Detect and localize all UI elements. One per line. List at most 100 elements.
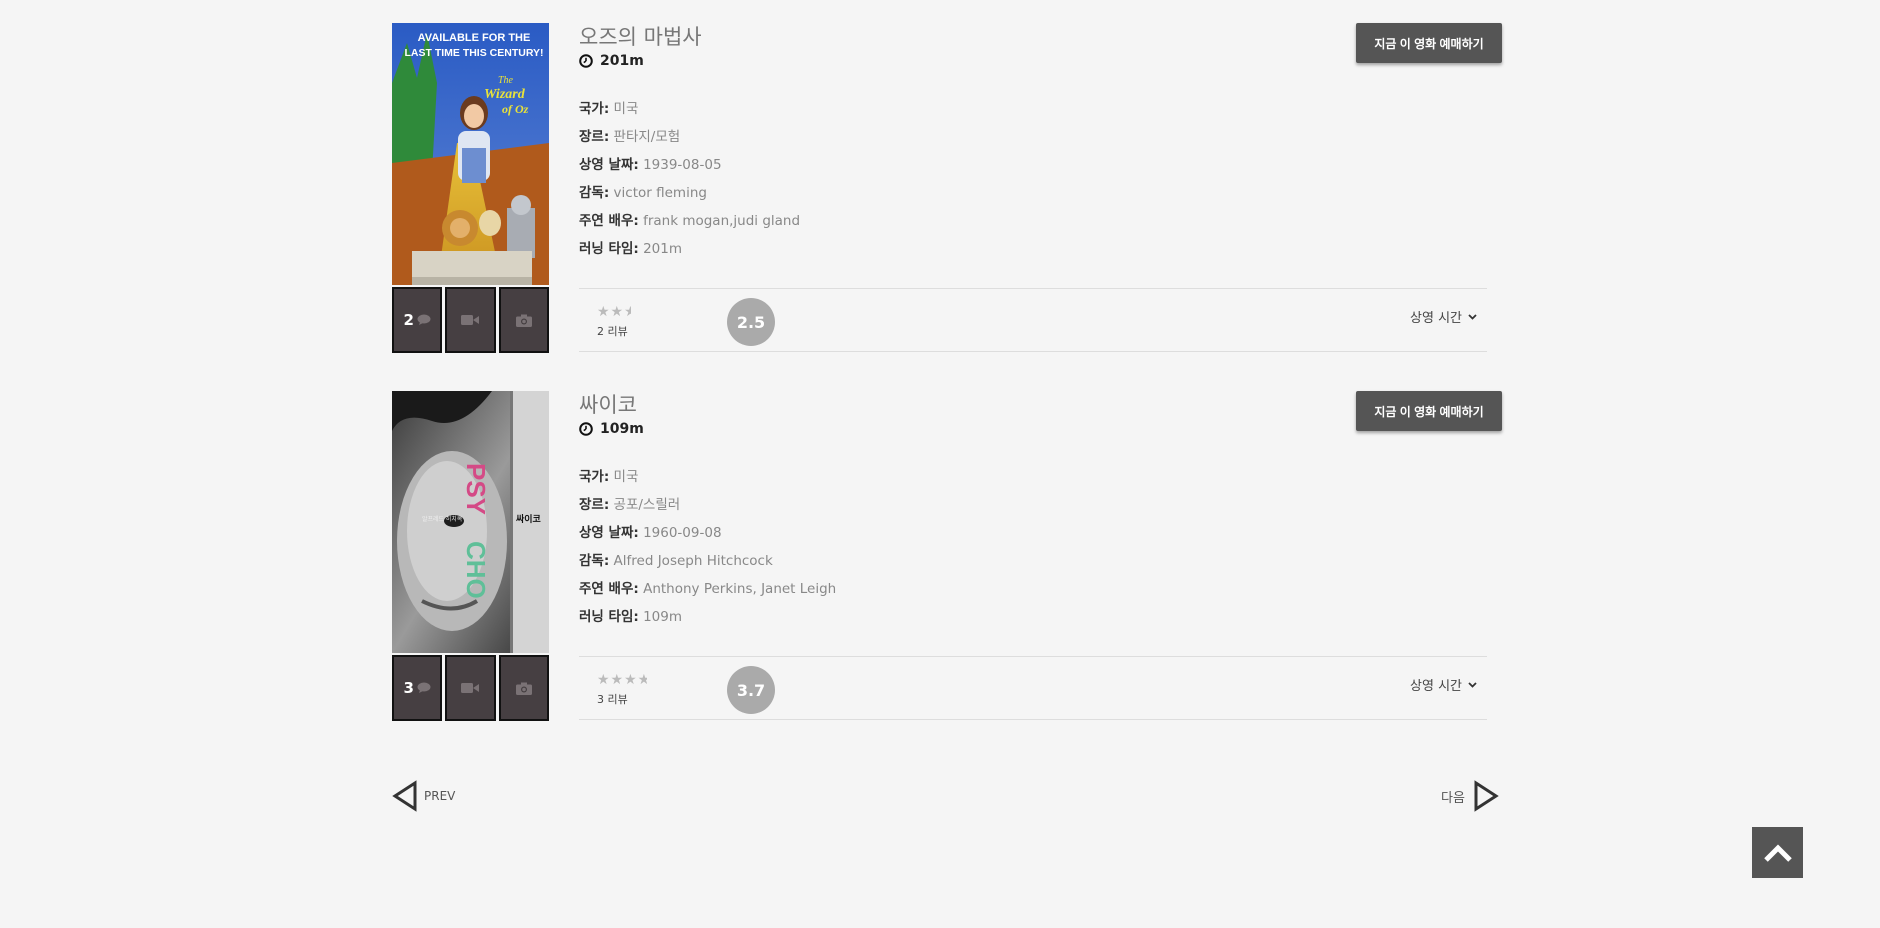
star-rating-fill: ★★★★★ [597,673,648,687]
review-count: 3 리뷰 [597,693,628,706]
book-now-button[interactable]: 지금 이 영화 예매하기 [1356,23,1502,63]
movie-list-page: AVAILABLE FOR THE LAST TIME THIS CENTURY… [0,0,1880,928]
average-score: 2.5 [727,298,775,346]
triangle-right-icon [1474,780,1499,812]
chevron-down-icon [1468,313,1477,320]
movie-info: 싸이코 109m 국가: 미국 장르: 공포/스릴러 상영 날짜: 1960-0… [579,391,1502,631]
detail-label: 장르: [579,129,610,145]
poster-logo-1: The [498,75,514,86]
poster-logo-2: Wizard [484,87,526,102]
comments-thumb[interactable]: 3 [392,655,443,721]
camera-icon [515,682,532,695]
detail-value: Anthony Perkins, Janet Leigh [643,581,837,597]
media-thumbs: 2 [392,287,549,353]
detail-director: 감독: Alfred Joseph Hitchcock [579,547,1502,575]
clock-icon [579,422,593,436]
poster-word-green: CHO [461,541,491,599]
detail-label: 러닝 타임: [579,609,639,625]
photos-thumb[interactable] [498,655,549,721]
detail-label: 주연 배우: [579,581,639,597]
chevron-down-icon [1468,681,1477,688]
detail-genre: 장르: 판타지/모험 [579,123,1502,151]
average-score: 3.7 [727,666,775,714]
rating-bar: ★★★★★ ★★★★★ 2 리뷰 2.5 상영 시간 [579,288,1487,352]
detail-value: victor fleming [613,185,707,201]
comment-icon [417,314,431,325]
poster-korean-title: 싸이코 [516,513,541,525]
poster-wizard-of-oz: AVAILABLE FOR THE LAST TIME THIS CENTURY… [392,23,549,285]
detail-cast: 주연 배우: frank mogan,judi gland [579,207,1502,235]
detail-label: 상영 날짜: [579,157,639,173]
prev-page-link[interactable]: PREV [392,780,455,812]
movie-poster[interactable]: AVAILABLE FOR THE LAST TIME THIS CENTURY… [392,23,549,285]
detail-label: 러닝 타임: [579,241,639,257]
camera-icon [515,314,532,327]
book-now-button[interactable]: 지금 이 영화 예매하기 [1356,391,1502,431]
movie-details: 국가: 미국 장르: 공포/스릴러 상영 날짜: 1960-09-08 감독: … [579,463,1502,631]
poster-headline-1: AVAILABLE FOR THE [418,32,531,44]
detail-label: 상영 날짜: [579,525,639,541]
detail-label: 국가: [579,101,610,117]
poster-director: 알프레드 히치콕 [422,515,463,523]
detail-label: 감독: [579,553,610,569]
triangle-left-icon [392,780,417,812]
comment-icon [417,682,431,693]
clock-icon [579,54,593,68]
movie-card: PSY CHO 알프레드 히치콕 싸이코 3 싸이코 109m 국가: 미국 장… [392,391,1502,721]
review-count: 2 리뷰 [597,325,628,338]
detail-value: Alfred Joseph Hitchcock [613,553,773,569]
detail-label: 국가: [579,469,610,485]
poster-psycho: PSY CHO 알프레드 히치콕 싸이코 [392,391,549,653]
poster-headline-2: LAST TIME THIS CENTURY! [404,47,543,59]
runtime-value: 109m [600,421,644,437]
rating-bar: ★★★★★ ★★★★★ 3 리뷰 3.7 상영 시간 [579,656,1487,720]
detail-label: 장르: [579,497,610,513]
detail-label: 주연 배우: [579,213,639,229]
detail-release-date: 상영 날짜: 1960-09-08 [579,519,1502,547]
detail-director: 감독: victor fleming [579,179,1502,207]
movie-info: 오즈의 마법사 201m 국가: 미국 장르: 판타지/모험 상영 날짜: 19… [579,23,1502,263]
comment-count: 3 [403,679,414,697]
showtime-toggle[interactable]: 상영 시간 [1410,675,1477,694]
detail-value: 미국 [613,101,639,117]
movie-card: AVAILABLE FOR THE LAST TIME THIS CENTURY… [392,23,1502,353]
video-camera-icon [461,315,480,325]
detail-value: 판타지/모험 [613,129,681,145]
showtime-toggle[interactable]: 상영 시간 [1410,307,1477,326]
chevron-up-icon [1763,843,1792,862]
detail-country: 국가: 미국 [579,463,1502,491]
detail-running-time: 러닝 타임: 201m [579,235,1502,263]
videos-thumb[interactable] [445,287,496,353]
comment-count: 2 [403,311,414,329]
detail-genre: 장르: 공포/스릴러 [579,491,1502,519]
next-label: 다음 [1441,790,1465,806]
star-rating: ★★★★★ ★★★★★ [597,305,667,319]
poster-logo-3: of Oz [502,102,529,116]
showtime-label: 상영 시간 [1410,679,1462,694]
next-page-link[interactable]: 다음 [1441,780,1499,812]
movie-poster[interactable]: PSY CHO 알프레드 히치콕 싸이코 [392,391,549,653]
videos-thumb[interactable] [445,655,496,721]
video-camera-icon [461,683,480,693]
detail-value: 109m [643,609,682,625]
detail-value: 미국 [613,469,639,485]
photos-thumb[interactable] [498,287,549,353]
showtime-label: 상영 시간 [1410,311,1462,326]
poster-word-pink: PSY [461,463,491,515]
star-rating-fill: ★★★★★ [597,305,631,319]
runtime-value: 201m [600,53,644,69]
detail-label: 감독: [579,185,610,201]
movie-details: 국가: 미국 장르: 판타지/모험 상영 날짜: 1939-08-05 감독: … [579,95,1502,263]
detail-value: 1939-08-05 [643,157,722,173]
detail-release-date: 상영 날짜: 1939-08-05 [579,151,1502,179]
media-thumbs: 3 [392,655,549,721]
comments-thumb[interactable]: 2 [392,287,443,353]
detail-value: 공포/스릴러 [613,497,681,513]
scroll-to-top-button[interactable] [1752,827,1803,878]
prev-label: PREV [424,789,456,803]
star-rating: ★★★★★ ★★★★★ [597,673,667,687]
detail-country: 국가: 미국 [579,95,1502,123]
detail-value: 201m [643,241,682,257]
detail-value: frank mogan,judi gland [643,213,801,229]
detail-running-time: 러닝 타임: 109m [579,603,1502,631]
